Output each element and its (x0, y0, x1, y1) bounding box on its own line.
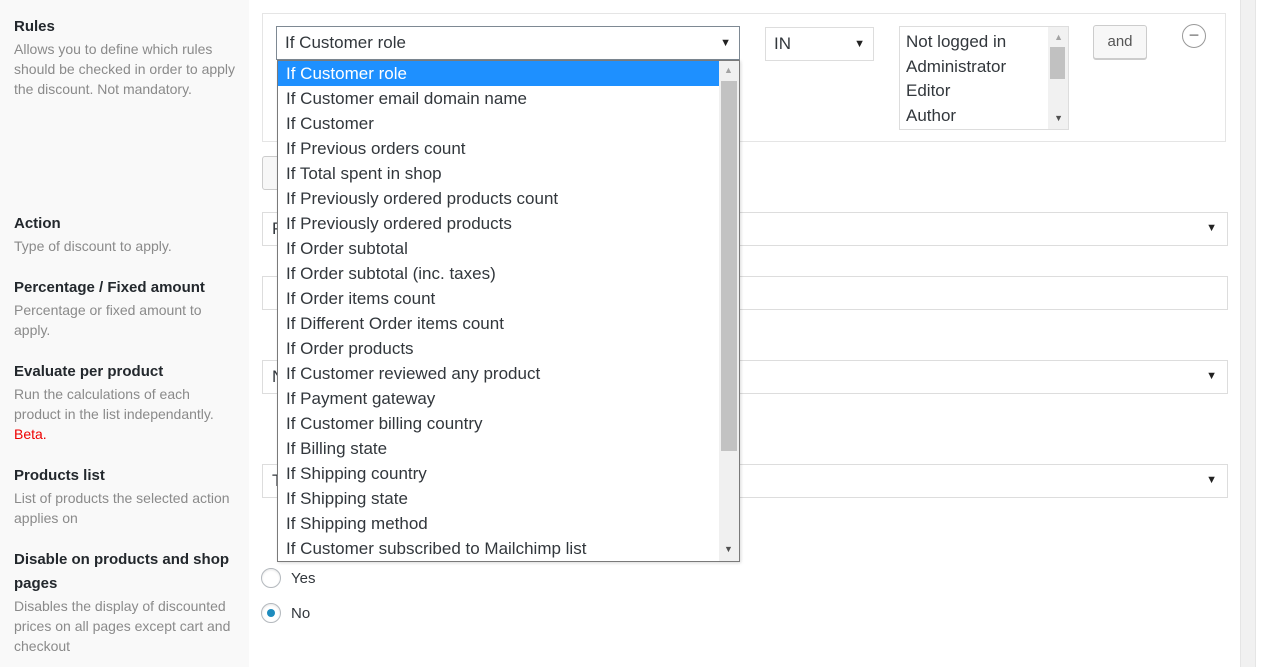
dropdown-option[interactable]: If Customer email domain name (278, 86, 719, 111)
amount-title: Percentage / Fixed amount (14, 279, 205, 296)
amount-label-block: Percentage / Fixed amount Percentage or … (14, 276, 239, 340)
chevron-down-icon: ▼ (720, 37, 731, 49)
action-desc: Type of discount to apply. (14, 238, 172, 254)
rule-operator-select[interactable]: IN ▼ (765, 27, 874, 61)
amount-desc: Percentage or fixed amount to apply. (14, 302, 202, 338)
beta-badge: Beta. (14, 426, 47, 442)
dropdown-option[interactable]: If Previously ordered products (278, 211, 719, 236)
right-divider (1240, 0, 1241, 667)
dropdown-option[interactable]: If Customer billing country (278, 411, 719, 436)
no-radio-label: No (291, 604, 311, 622)
disable-desc: Disables the display of discounted price… (14, 598, 231, 654)
dropdown-option[interactable]: If Order subtotal (278, 236, 719, 261)
scroll-up-icon[interactable]: ▲ (1054, 32, 1063, 42)
dropdown-option[interactable]: If Payment gateway (278, 386, 719, 411)
evaluate-desc-text: Run the calculations of each product in … (14, 386, 214, 422)
rule-operator-value: IN (774, 34, 791, 53)
no-radio[interactable] (261, 603, 281, 623)
rules-desc: Allows you to define which rules should … (14, 41, 236, 97)
dropdown-option[interactable]: If Customer role (278, 61, 719, 86)
disable-yes-option[interactable]: Yes (261, 568, 315, 588)
dropdown-option[interactable]: If Billing state (278, 436, 719, 461)
evaluate-title: Evaluate per product (14, 363, 164, 380)
yes-radio[interactable] (261, 568, 281, 588)
dropdown-option[interactable]: If Customer subscribed to Mailchimp list (278, 536, 719, 561)
rules-title: Rules (14, 18, 55, 35)
role-option[interactable]: Administrator (900, 55, 1068, 80)
dropdown-option[interactable]: If Different Order items count (278, 311, 719, 336)
dropdown-option[interactable]: If Shipping country (278, 461, 719, 486)
right-strip (1255, 0, 1269, 667)
rules-label-block: Rules Allows you to define which rules s… (14, 15, 239, 99)
disable-no-option[interactable]: No (261, 603, 310, 623)
action-label-block: Action Type of discount to apply. (14, 212, 239, 256)
scroll-up-icon[interactable]: ▲ (724, 65, 733, 75)
yes-radio-label: Yes (291, 569, 316, 587)
dropdown-option[interactable]: If Order products (278, 336, 719, 361)
role-option[interactable]: Author (900, 104, 1068, 129)
chevron-down-icon: ▼ (1206, 474, 1217, 486)
roles-scrollbar[interactable]: ▲ ▼ (1048, 27, 1068, 129)
scroll-down-icon[interactable]: ▼ (724, 544, 733, 554)
rule-condition-dropdown: If Customer role If Customer email domain… (277, 60, 740, 562)
scroll-down-icon[interactable]: ▼ (1054, 113, 1063, 123)
dropdown-option[interactable]: If Total spent in shop (278, 161, 719, 186)
dropdown-options: If Customer role If Customer email domain… (278, 61, 739, 561)
dropdown-option[interactable]: If Shipping method (278, 511, 719, 536)
products-title: Products list (14, 467, 105, 484)
dropdown-option[interactable]: If Previous orders count (278, 136, 719, 161)
products-label-block: Products list List of products the selec… (14, 464, 239, 528)
chevron-down-icon: ▼ (854, 38, 865, 50)
role-option[interactable]: Not logged in (900, 30, 1068, 55)
minus-icon: − (1188, 25, 1200, 45)
disable-label-block: Disable on products and shop pages Disab… (14, 548, 239, 656)
role-option[interactable]: Editor (900, 79, 1068, 104)
roles-multiselect[interactable]: Not logged in Administrator Editor Autho… (899, 26, 1069, 130)
dropdown-option[interactable]: If Customer (278, 111, 719, 136)
disable-title: Disable on products and shop pages (14, 551, 230, 592)
dropdown-scrollbar[interactable]: ▲ ▼ (719, 61, 739, 561)
dropdown-option[interactable]: If Previously ordered products count (278, 186, 719, 211)
dropdown-option[interactable]: If Customer reviewed any product (278, 361, 719, 386)
dropdown-option[interactable]: If Shipping state (278, 486, 719, 511)
rule-condition-select[interactable]: If Customer role ▼ (276, 26, 740, 60)
chevron-down-icon: ▼ (1206, 222, 1217, 234)
dropdown-option[interactable]: If Order subtotal (inc. taxes) (278, 261, 719, 286)
evaluate-label-block: Evaluate per product Run the calculation… (14, 360, 239, 444)
evaluate-desc: Run the calculations of each product in … (14, 384, 239, 444)
rule-condition-value: If Customer role (285, 33, 406, 52)
roles-scroll-thumb[interactable] (1050, 47, 1065, 79)
dropdown-option[interactable]: If Order items count (278, 286, 719, 311)
products-desc: List of products the selected action app… (14, 490, 230, 526)
add-and-rule-button[interactable]: and (1093, 25, 1147, 59)
dropdown-scroll-thumb[interactable] (721, 81, 737, 451)
remove-rule-button[interactable]: − (1182, 24, 1206, 48)
chevron-down-icon: ▼ (1206, 370, 1217, 382)
action-title: Action (14, 215, 61, 232)
